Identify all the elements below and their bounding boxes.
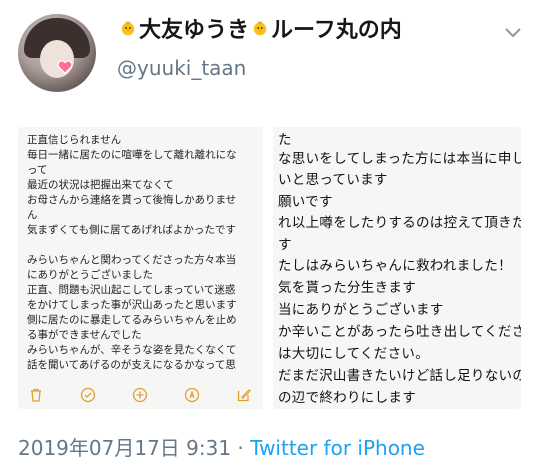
- memo-line: 気を貰った分生きます: [278, 280, 416, 296]
- memo-line: た: [278, 132, 292, 148]
- memo-line: みらいちゃんと関わってくださった方々本当: [27, 254, 237, 266]
- checkmark-icon[interactable]: [80, 387, 96, 403]
- memo-line: 願いです: [278, 194, 333, 210]
- memo-line: 気まずくても側に居てあげればよかったです: [27, 224, 236, 236]
- memo-line: みらいちゃんが、辛そうな姿を見たくなくて: [27, 344, 237, 356]
- memo-screenshot-right[interactable]: た な思いをしてしまった方には本当に申し いと思っています 願いです れ以上噂を…: [273, 127, 521, 409]
- memo-line: な思いをしてしまった方には本当に申し: [278, 151, 521, 167]
- memo-line: の辺で終わりにします: [278, 390, 416, 406]
- memo-line: って: [27, 164, 48, 176]
- tweet-source-link[interactable]: Twitter for iPhone: [250, 436, 425, 460]
- memo-line: か辛いことがあったら吐き出してくださ: [278, 324, 521, 340]
- trash-icon[interactable]: [28, 387, 44, 403]
- user-handle[interactable]: @yuuki_taan: [117, 56, 246, 80]
- tweet-date[interactable]: 2019年07月17日 9:31: [18, 436, 231, 460]
- avatar[interactable]: [18, 14, 96, 92]
- memo-line: お母さんから連絡を貰って後悔しかありませ: [27, 194, 237, 206]
- memo-line: る事ができませんでした: [27, 329, 142, 341]
- plus-icon[interactable]: [132, 387, 148, 403]
- chick-emoji-icon: [121, 21, 135, 36]
- tweet-timestamp: 2019年07月17日 9:31 · Twitter for iPhone: [18, 432, 425, 461]
- chick-emoji-icon: [253, 21, 267, 36]
- tweet-header: 大友ゆうき ルーフ丸の内 @yuuki_taan: [0, 0, 540, 115]
- display-name-part1: 大友ゆうき: [139, 18, 250, 43]
- memo-line: をかけてしまった事が沢山あったと思います: [27, 299, 237, 311]
- chevron-down-icon[interactable]: [503, 26, 523, 40]
- compose-icon[interactable]: [236, 387, 252, 403]
- memo-screenshot-left[interactable]: 正直信じられません 毎日一緒に居たのに喧嘩をして離れ離れにな って 最近の状況は…: [18, 127, 263, 409]
- memo-toolbar: [18, 379, 263, 409]
- display-name-part2: ルーフ丸の内: [271, 18, 402, 43]
- memo-line: いと思っています: [278, 172, 388, 188]
- display-name[interactable]: 大友ゆうき ルーフ丸の内: [117, 12, 402, 44]
- memo-line: 当にありがとうございます: [278, 302, 444, 318]
- memo-line: だまだ沢山書きたいけど話し足りないの: [278, 368, 521, 384]
- memo-line: す: [278, 237, 292, 253]
- memo-line: 最近の状況は把握出来てなくて: [27, 179, 174, 191]
- memo-line: にありがとうございました: [27, 269, 153, 281]
- memo-line: ん: [27, 209, 38, 221]
- memo-line: 毎日一緒に居たのに喧嘩をして離れ離れにな: [27, 149, 237, 161]
- memo-line: は大切にしてください。: [278, 346, 429, 362]
- pen-icon[interactable]: [184, 387, 200, 403]
- memo-line: 正直信じられません: [27, 134, 122, 146]
- memo-line: 話を聞いてあげるのが支えになるかなって思: [27, 359, 236, 371]
- memo-line: れ以上噂をしたりするのは控えて頂きた: [278, 215, 521, 231]
- memo-line: 側に居たのに暴走してるみらいちゃんを止め: [27, 314, 237, 326]
- heart-icon: [57, 60, 73, 75]
- memo-line: たしはみらいちゃんに救われました！: [278, 258, 512, 274]
- meta-separator: ·: [231, 436, 251, 460]
- memo-line: 正直、問題も沢山起こしてしまっていて迷惑: [27, 284, 236, 296]
